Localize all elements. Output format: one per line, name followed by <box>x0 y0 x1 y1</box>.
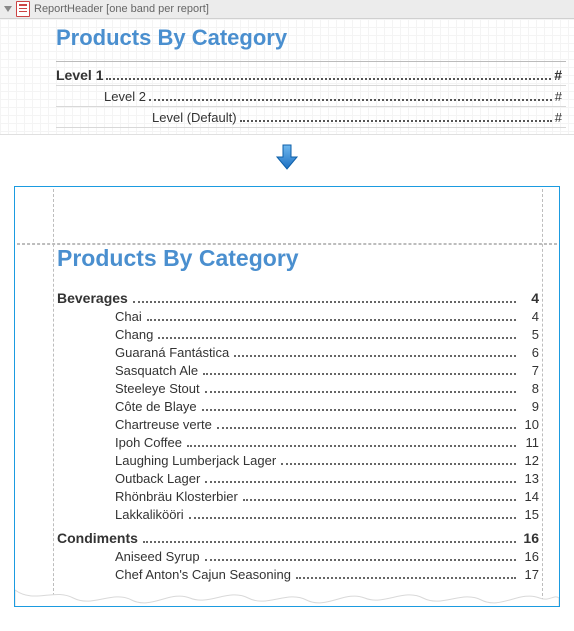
toc-item-row: Sasquatch Ale 7 <box>57 363 539 378</box>
toc-item-row: Côte de Blaye 9 <box>57 399 539 414</box>
toc-container: Beverages 4 Chai 4 Chang 5 Guaraná Fantástica 6… <box>57 290 539 582</box>
toc-leader-dots <box>217 427 516 429</box>
toc-category-page: 16 <box>518 530 539 546</box>
toc-leader-dots <box>202 409 516 411</box>
toc-item-page: 5 <box>518 327 539 342</box>
toc-level-row[interactable]: Level 1 # <box>56 64 566 86</box>
transform-arrow <box>0 135 574 186</box>
toc-item-page: 6 <box>518 345 539 360</box>
toc-item-page: 16 <box>518 549 539 564</box>
report-header-icon <box>16 1 30 17</box>
toc-item-page: 8 <box>518 381 539 396</box>
toc-leader-dots <box>143 541 516 543</box>
toc-level-row[interactable]: Level (Default) # <box>56 107 566 128</box>
toc-item-row: Outback Lager 13 <box>57 471 539 486</box>
toc-category-label: Beverages <box>57 290 131 306</box>
toc-item-row: Chartreuse verte 10 <box>57 417 539 432</box>
toc-leader-dots <box>203 373 516 375</box>
toc-leader-dots <box>189 517 516 519</box>
toc-item-label: Guaraná Fantástica <box>115 345 232 360</box>
report-title: Products By Category <box>57 245 539 272</box>
toc-item-label: Sasquatch Ale <box>115 363 201 378</box>
toc-item-label: Aniseed Syrup <box>115 549 203 564</box>
toc-item-page: 9 <box>518 399 539 414</box>
toc-item-label: Steeleye Stout <box>115 381 203 396</box>
toc-item-page: 4 <box>518 309 539 324</box>
toc-level-page: # <box>555 110 566 125</box>
toc-item-row: Laughing Lumberjack Lager 12 <box>57 453 539 468</box>
toc-item-page: 11 <box>518 435 539 450</box>
divider <box>56 61 566 62</box>
toc-leader-dots <box>147 319 516 321</box>
toc-leader-dots <box>205 481 516 483</box>
toc-item-row: Chef Anton's Cajun Seasoning 17 <box>57 567 539 582</box>
toc-category-row: Beverages 4 <box>57 290 539 306</box>
toc-level-label: Level (Default) <box>152 110 237 125</box>
toc-leader-dots <box>281 463 516 465</box>
toc-item-page: 10 <box>518 417 539 432</box>
toc-leader-dots <box>296 577 516 579</box>
toc-leader-dots <box>205 559 516 561</box>
toc-item-row: Ipoh Coffee 11 <box>57 435 539 450</box>
toc-leader-dots <box>205 391 516 393</box>
toc-item-label: Laughing Lumberjack Lager <box>115 453 279 468</box>
toc-level-label: Level 2 <box>104 89 146 104</box>
toc-leader-dots <box>133 301 516 303</box>
toc-category-page: 4 <box>518 290 539 306</box>
toc-leader-dots <box>187 445 516 447</box>
preview-body: Products By Category Beverages 4 Chai 4 Chan… <box>17 189 557 582</box>
report-designer: ReportHeader [one band per report] Produ… <box>0 0 574 135</box>
collapse-triangle-icon[interactable] <box>4 6 12 12</box>
toc-item-page: 15 <box>518 507 539 522</box>
toc-item-row: Rhönbräu Klosterbier 14 <box>57 489 539 504</box>
band-header-label: ReportHeader [one band per report] <box>34 3 209 15</box>
toc-item-label: Outback Lager <box>115 471 203 486</box>
toc-item-label: Ipoh Coffee <box>115 435 185 450</box>
toc-item-page: 14 <box>518 489 539 504</box>
toc-leader-dots <box>243 499 516 501</box>
toc-item-row: Chai 4 <box>57 309 539 324</box>
toc-item-label: Rhönbräu Klosterbier <box>115 489 241 504</box>
toc-category-row: Condiments 16 <box>57 530 539 546</box>
arrow-down-icon <box>273 143 301 171</box>
toc-item-label: Chai <box>115 309 145 324</box>
report-title-design[interactable]: Products By Category <box>56 21 566 59</box>
toc-leader-dots <box>158 337 516 339</box>
toc-item-row: Aniseed Syrup 16 <box>57 549 539 564</box>
toc-leader-dots <box>106 78 551 80</box>
report-preview: Products By Category Beverages 4 Chai 4 Chan… <box>14 186 560 607</box>
design-canvas[interactable]: Products By Category Level 1 # Level 2 #… <box>0 19 574 135</box>
toc-item-page: 12 <box>518 453 539 468</box>
toc-item-row: Guaraná Fantástica 6 <box>57 345 539 360</box>
toc-item-page: 17 <box>518 567 539 582</box>
band-header[interactable]: ReportHeader [one band per report] <box>0 0 574 19</box>
torn-edge-icon <box>15 586 559 606</box>
toc-item-row: Lakkalikööri 15 <box>57 507 539 522</box>
toc-leader-dots <box>234 355 516 357</box>
toc-item-page: 13 <box>518 471 539 486</box>
toc-level-page: # <box>555 89 566 104</box>
toc-item-label: Lakkalikööri <box>115 507 187 522</box>
toc-leader-dots <box>240 120 552 122</box>
toc-item-label: Chef Anton's Cajun Seasoning <box>115 567 294 582</box>
toc-level-row[interactable]: Level 2 # <box>56 86 566 107</box>
toc-item-row: Chang 5 <box>57 327 539 342</box>
toc-level-page: # <box>554 67 566 83</box>
toc-level-label: Level 1 <box>56 67 103 83</box>
toc-category-label: Condiments <box>57 530 141 546</box>
toc-item-label: Chang <box>115 327 156 342</box>
toc-item-page: 7 <box>518 363 539 378</box>
toc-item-row: Steeleye Stout 8 <box>57 381 539 396</box>
toc-item-label: Chartreuse verte <box>115 417 215 432</box>
toc-leader-dots <box>149 99 552 101</box>
toc-item-label: Côte de Blaye <box>115 399 200 414</box>
torn-page-edge <box>15 586 559 606</box>
